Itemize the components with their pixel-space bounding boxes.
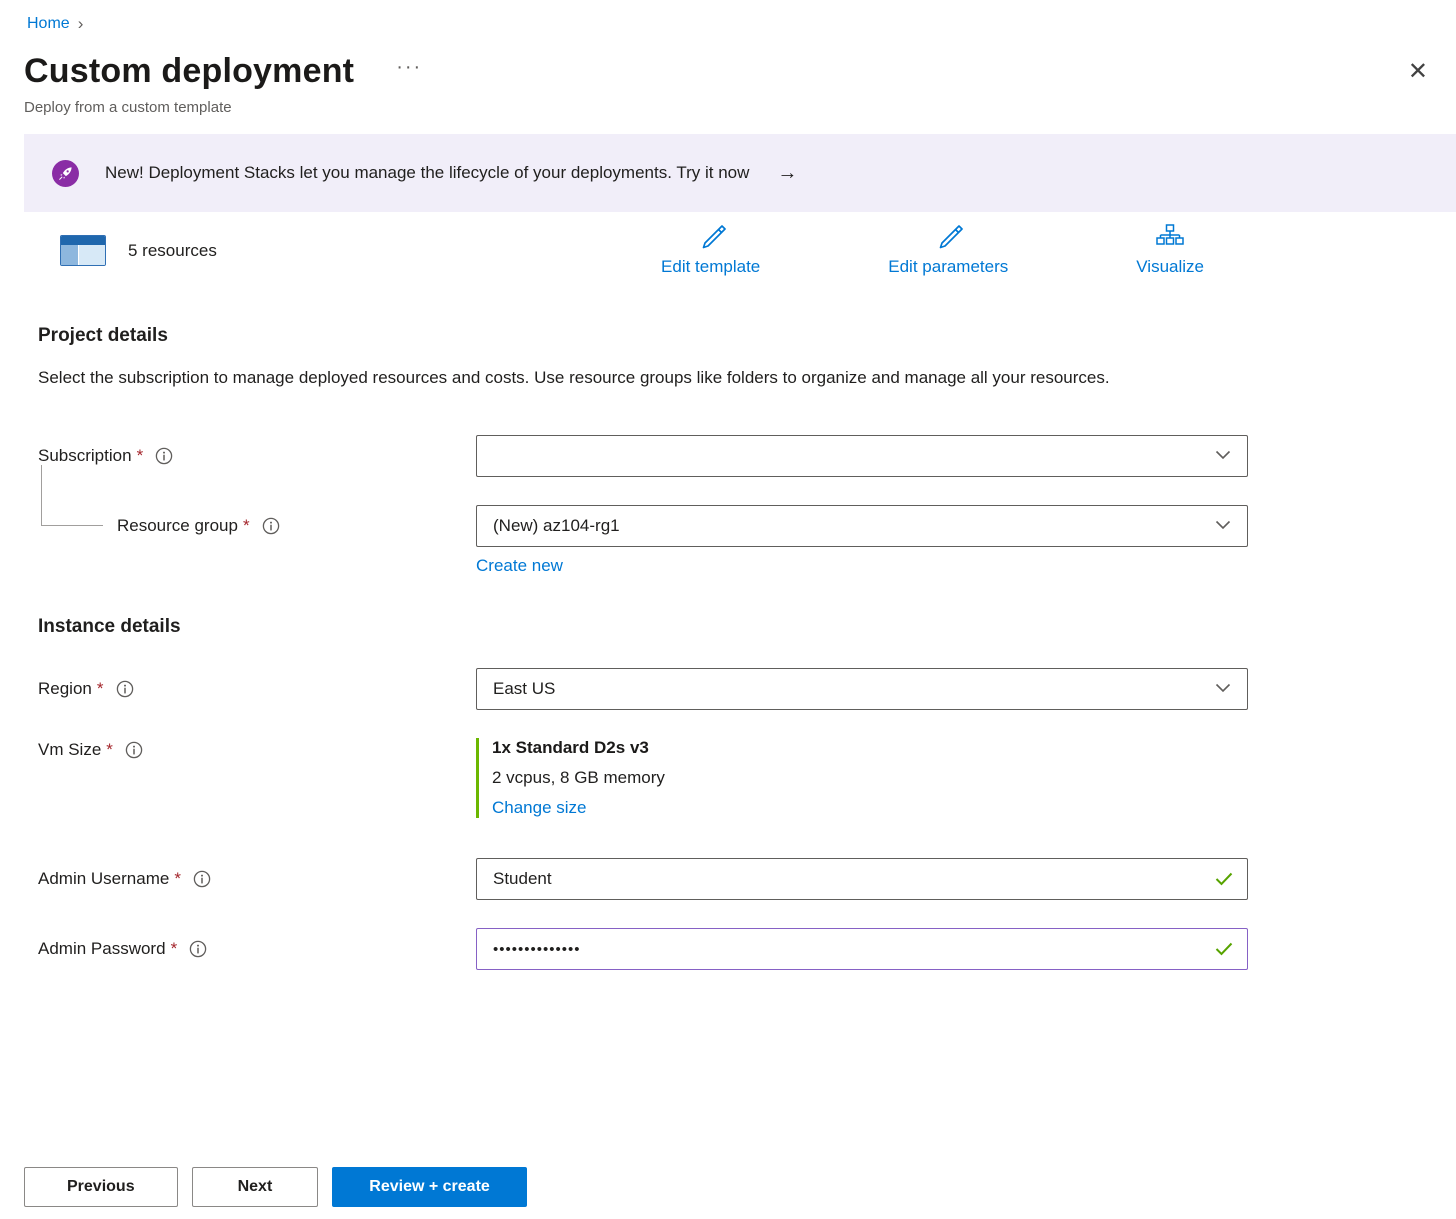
next-button[interactable]: Next (192, 1167, 319, 1207)
chevron-down-icon (1215, 517, 1231, 535)
subscription-label-group: Subscription * (38, 435, 476, 477)
review-create-button[interactable]: Review + create (332, 1167, 527, 1207)
info-icon[interactable] (189, 940, 207, 958)
info-icon[interactable] (125, 741, 143, 759)
arrow-right-icon[interactable]: → (777, 162, 797, 185)
region-value: East US (493, 679, 555, 699)
admin-password-row: Admin Password * (38, 928, 1456, 970)
admin-username-input[interactable] (476, 858, 1248, 900)
project-details-heading: Project details (38, 325, 1432, 347)
vm-size-label: Vm Size (38, 740, 101, 760)
required-marker: * (171, 939, 178, 959)
required-marker: * (243, 516, 250, 536)
template-summary: 5 resources (60, 235, 217, 266)
rocket-icon (52, 160, 79, 187)
previous-button[interactable]: Previous (24, 1167, 178, 1207)
vm-size-specs: 2 vcpus, 8 GB memory (492, 768, 1248, 788)
template-bar: 5 resources Edit template (24, 224, 1456, 277)
custom-deployment-page: Home › Custom deployment ··· ✕ Deploy fr… (0, 0, 1456, 970)
admin-username-label-group: Admin Username * (38, 858, 476, 900)
project-details-description: Select the subscription to manage deploy… (38, 365, 1198, 391)
resource-count-label: 5 resources (128, 241, 217, 261)
edit-parameters-label: Edit parameters (888, 257, 1008, 277)
resource-group-label: Resource group (117, 516, 238, 536)
page-header: Custom deployment ··· ✕ (0, 34, 1456, 91)
pencil-icon (933, 224, 963, 255)
vm-size-selection: 1x Standard D2s v3 (492, 738, 1248, 758)
subscription-dropdown[interactable] (476, 435, 1248, 477)
resource-group-dropdown[interactable]: (New) az104-rg1 (476, 505, 1248, 547)
pencil-icon (696, 224, 726, 255)
resource-group-label-group: Resource group * (38, 505, 476, 547)
admin-username-label: Admin Username (38, 869, 169, 889)
admin-password-label: Admin Password (38, 939, 166, 959)
valid-check-icon (1215, 942, 1233, 961)
info-icon[interactable] (116, 680, 134, 698)
close-icon[interactable]: ✕ (1400, 58, 1436, 86)
required-marker: * (137, 446, 144, 466)
vm-size-label-group: Vm Size * (38, 738, 476, 760)
deployment-form: Subscription * (38, 435, 1456, 970)
subscription-label: Subscription (38, 446, 132, 466)
subscription-row: Subscription * (38, 435, 1456, 477)
region-label-group: Region * (38, 668, 476, 710)
valid-check-icon (1215, 872, 1233, 891)
breadcrumb-home-link[interactable]: Home (27, 15, 70, 33)
banner-text: New! Deployment Stacks let you manage th… (105, 163, 749, 183)
admin-username-row: Admin Username * (38, 858, 1456, 900)
resource-group-value: (New) az104-rg1 (493, 516, 620, 536)
visualize-label: Visualize (1136, 257, 1204, 277)
visualize-button[interactable]: Visualize (1136, 224, 1204, 277)
instance-details-heading: Instance details (38, 616, 1456, 638)
required-marker: * (97, 679, 104, 699)
change-size-link[interactable]: Change size (492, 798, 587, 818)
page-subtitle: Deploy from a custom template (0, 91, 1456, 116)
region-label: Region (38, 679, 92, 699)
required-marker: * (174, 869, 181, 889)
wizard-footer: Previous Next Review + create (24, 1167, 527, 1207)
required-marker: * (106, 740, 113, 760)
more-options-icon[interactable]: ··· (396, 56, 422, 79)
admin-password-label-group: Admin Password * (38, 928, 476, 970)
vm-size-row: Vm Size * 1x Standard D2s v3 2 vcpus, 8 … (38, 738, 1456, 818)
resource-group-row: Resource group * (New) az104-rg1 (38, 505, 1456, 576)
edit-parameters-button[interactable]: Edit parameters (888, 224, 1008, 277)
deployment-stacks-banner[interactable]: New! Deployment Stacks let you manage th… (24, 134, 1456, 212)
chevron-down-icon (1215, 680, 1231, 698)
info-icon[interactable] (155, 447, 173, 465)
info-icon[interactable] (193, 870, 211, 888)
page-title: Custom deployment (24, 52, 354, 91)
sitemap-icon (1156, 224, 1184, 255)
edit-template-button[interactable]: Edit template (661, 224, 760, 277)
template-icon (60, 235, 106, 266)
edit-template-label: Edit template (661, 257, 760, 277)
create-new-link[interactable]: Create new (476, 556, 563, 576)
template-actions: Edit template Edit parameters (661, 224, 1204, 277)
region-dropdown[interactable]: East US (476, 668, 1248, 710)
admin-password-input[interactable] (476, 928, 1248, 970)
info-icon[interactable] (262, 517, 280, 535)
region-row: Region * East US (38, 668, 1456, 710)
breadcrumb-separator-icon: › (78, 14, 84, 34)
vm-size-summary: 1x Standard D2s v3 2 vcpus, 8 GB memory … (476, 738, 1248, 818)
breadcrumb: Home › (0, 10, 1456, 34)
chevron-down-icon (1215, 447, 1231, 465)
